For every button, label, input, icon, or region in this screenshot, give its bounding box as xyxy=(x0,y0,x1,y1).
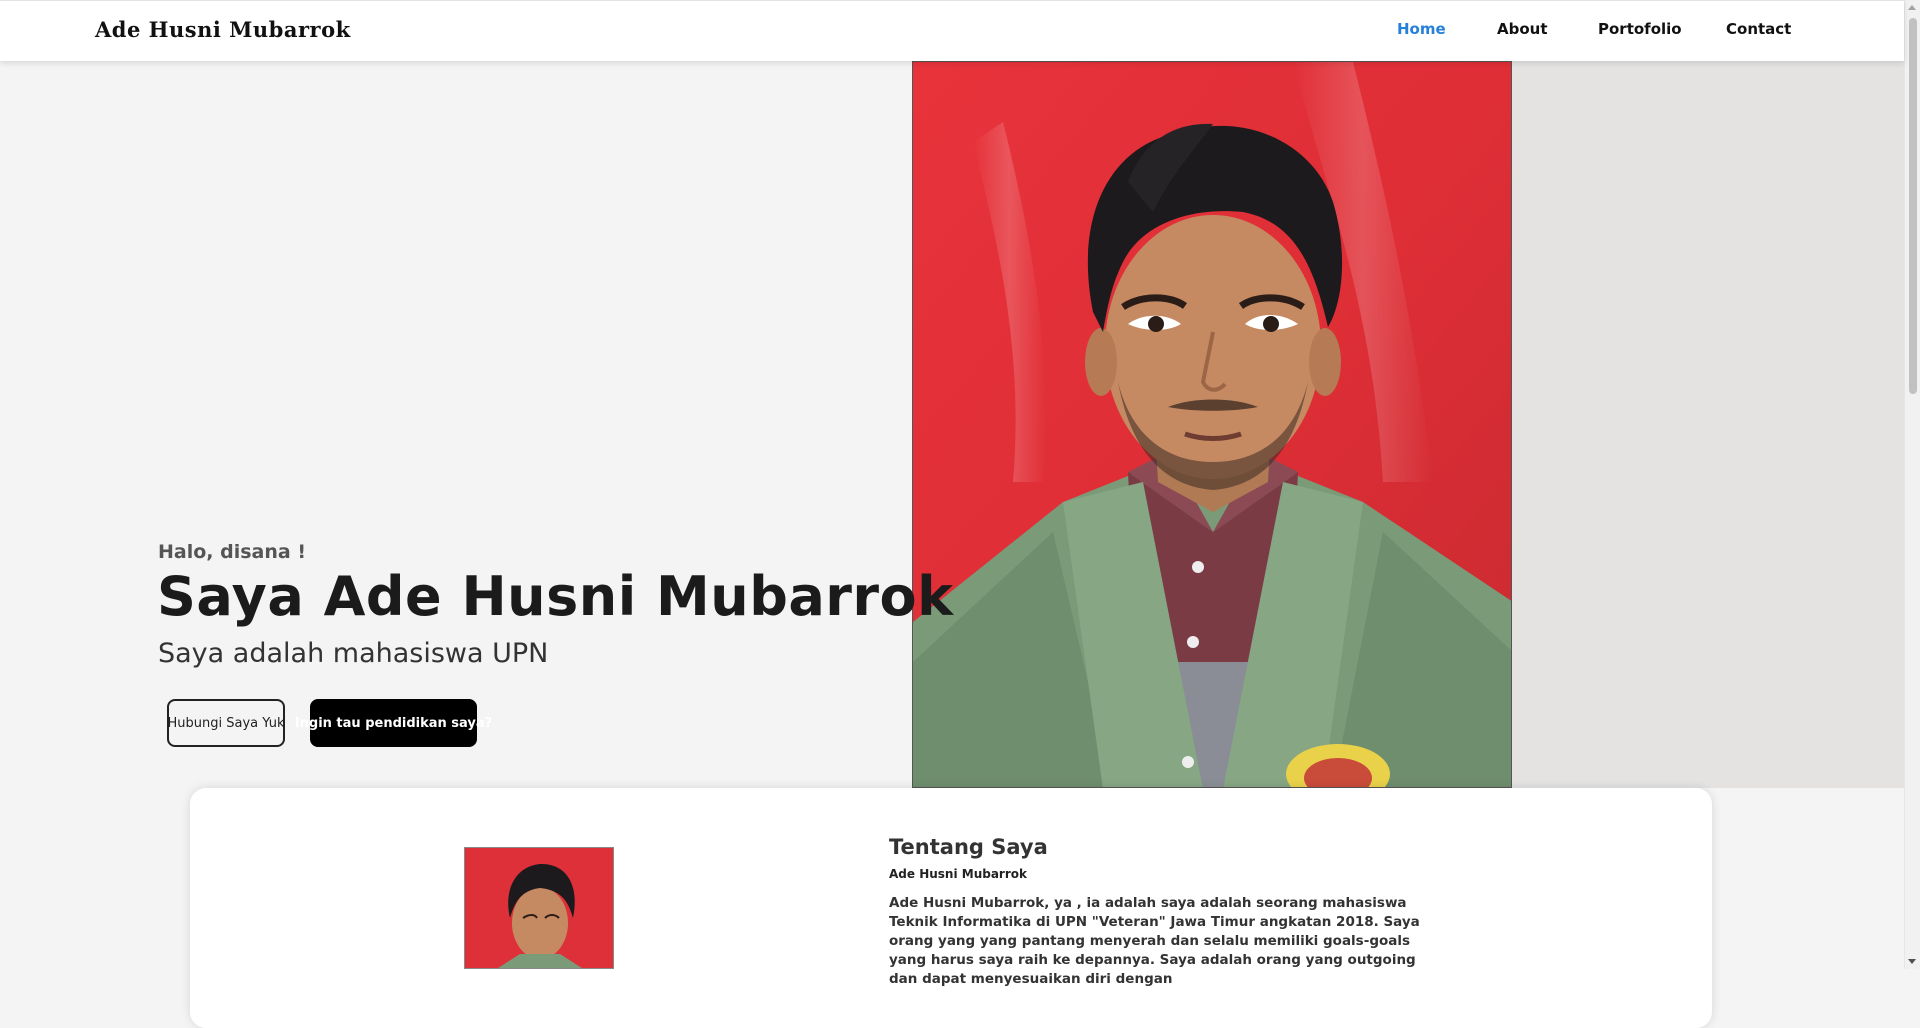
hero-portrait-photo xyxy=(912,61,1512,788)
about-name: Ade Husni Mubarrok xyxy=(889,867,1027,881)
nav-about[interactable]: About xyxy=(1497,20,1548,38)
hero-right-panel xyxy=(1512,60,1904,788)
about-portrait-photo xyxy=(464,847,614,969)
nav-contact[interactable]: Contact xyxy=(1726,20,1791,38)
nav-portofolio[interactable]: Portofolio xyxy=(1598,20,1682,38)
about-heading: Tentang Saya xyxy=(889,835,1048,859)
hero-greeting: Halo, disana ! xyxy=(158,541,306,563)
education-button[interactable]: Ingin tau pendidikan saya? xyxy=(295,699,492,747)
about-description: Ade Husni Mubarrok, ya , ia adalah saya … xyxy=(889,895,1420,987)
scroll-up-arrow-icon[interactable] xyxy=(1908,5,1916,10)
contact-me-button[interactable]: Hubungi Saya Yuk xyxy=(167,699,285,747)
nav-home[interactable]: Home xyxy=(1397,20,1446,38)
scroll-down-arrow-icon[interactable] xyxy=(1908,959,1916,964)
page-scrollbar[interactable] xyxy=(1904,0,1920,969)
brand-logo[interactable]: Ade Husni Mubarrok xyxy=(95,17,351,42)
scrollbar-thumb[interactable] xyxy=(1909,18,1917,394)
navbar: Ade Husni Mubarrok Home About Portofolio… xyxy=(0,0,1904,61)
hero-title: Saya Ade Husni Mubarrok xyxy=(157,565,954,628)
hero-subtitle: Saya adalah mahasiswa UPN xyxy=(158,638,549,669)
